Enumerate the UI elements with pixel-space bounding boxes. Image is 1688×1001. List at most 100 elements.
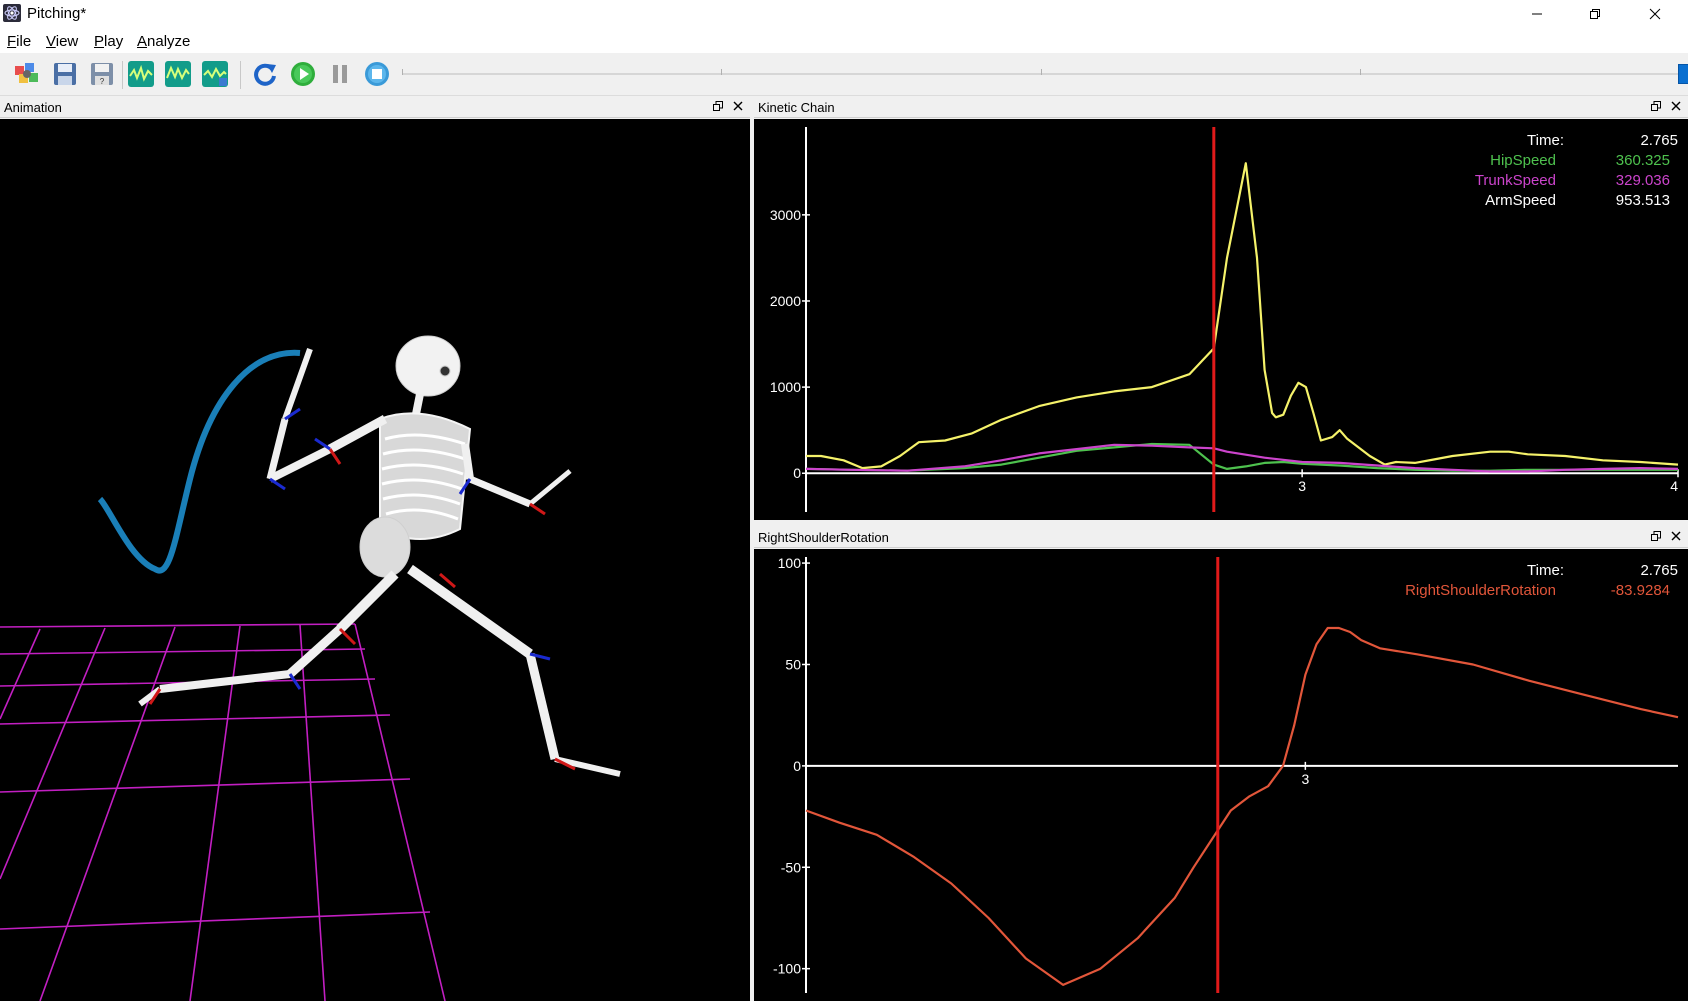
save-as-button[interactable]: ? <box>86 59 118 89</box>
menu-analyze[interactable]: Analyze <box>137 33 190 50</box>
float-panel-button[interactable] <box>712 99 724 113</box>
model-settings-button[interactable] <box>11 59 43 89</box>
window-title: Pitching* <box>27 5 87 22</box>
y-tick-label: 2000 <box>770 293 801 309</box>
timeline-thumb[interactable] <box>1678 64 1688 84</box>
animation-panel-header: Animation <box>0 96 750 118</box>
toolbar-separator <box>240 61 241 89</box>
waveform-2-button[interactable] <box>162 59 194 89</box>
waveform-2-icon <box>165 61 191 87</box>
y-tick-label: 3000 <box>770 207 801 223</box>
waveform-3-icon <box>202 61 228 87</box>
close-panel-button[interactable] <box>1670 99 1682 113</box>
x-tick-label: 4 <box>1670 478 1678 494</box>
close-icon <box>733 101 743 111</box>
y-tick-label: 0 <box>793 465 801 481</box>
title-bar: Pitching* <box>0 0 1688 28</box>
waveform-button[interactable] <box>125 59 157 89</box>
svg-text:?: ? <box>100 77 105 86</box>
waveform-3-button[interactable] <box>199 59 231 89</box>
y-tick-label: 50 <box>785 656 801 672</box>
stop-button[interactable] <box>361 59 393 89</box>
float-icon <box>1651 101 1661 111</box>
readout-time-label: Time: <box>1527 562 1564 579</box>
pause-icon <box>333 65 347 83</box>
reload-icon <box>254 63 276 86</box>
readout-label: RightShoulderRotation <box>1405 582 1556 599</box>
readout-value: 953.513 <box>1616 192 1670 209</box>
menu-view-label: iew <box>55 33 79 50</box>
animation-viewport[interactable] <box>0 119 750 1001</box>
skeleton-scene <box>0 335 621 1001</box>
menu-file-label: ile <box>16 33 32 50</box>
panel-title: RightShoulderRotation <box>758 530 889 545</box>
close-icon <box>1649 8 1661 20</box>
timeline-tick <box>1041 69 1042 75</box>
panel-title: Kinetic Chain <box>758 100 835 115</box>
model-settings-icon <box>15 63 38 83</box>
float-icon <box>713 101 723 111</box>
close-icon <box>1671 531 1681 541</box>
save-icon <box>54 63 76 85</box>
close-icon <box>1671 101 1681 111</box>
readout-value: 329.036 <box>1616 172 1670 189</box>
timeline-tick <box>402 69 403 75</box>
stop-icon <box>365 62 389 86</box>
y-tick-label: 100 <box>778 555 802 571</box>
y-tick-label: 1000 <box>770 379 801 395</box>
menu-bar: File View Play Analyze <box>0 28 1688 53</box>
timeline-tick <box>721 69 722 75</box>
waveform-icon <box>128 61 154 87</box>
readout-label: HipSpeed <box>1490 152 1556 169</box>
float-panel-button[interactable] <box>1650 99 1662 113</box>
hand-trajectory <box>97 349 301 574</box>
pause-button[interactable] <box>324 59 356 89</box>
menu-play-label: lay <box>104 33 124 50</box>
readout-time-value: 2.765 <box>1640 132 1678 149</box>
toolbar-separator <box>122 61 123 89</box>
float-icon <box>1651 531 1661 541</box>
readout-time-value: 2.765 <box>1640 562 1678 579</box>
x-tick-label: 3 <box>1301 771 1309 787</box>
save-button[interactable] <box>49 59 81 89</box>
menu-analyze-mnemonic: A <box>137 33 148 50</box>
close-panel-button[interactable] <box>1670 529 1682 543</box>
y-tick-label: -50 <box>781 859 801 875</box>
kinetic-chain-chart: 0 1000 2000 3000 3 4 Time: 2.765 HipSpeed 360.325… <box>770 127 1679 512</box>
menu-file[interactable]: File <box>7 33 31 50</box>
restore-button[interactable] <box>1566 0 1624 28</box>
readout-value: 360.325 <box>1616 152 1670 169</box>
shoulder-rotation-plot[interactable]: -100 -50 0 50 100 3 Time: 2.765 RightShoulderRot… <box>754 549 1688 1001</box>
series-line-HipSpeed <box>805 442 1678 472</box>
save-as-icon: ? <box>91 63 113 86</box>
kinetic-chain-panel-header: Kinetic Chain <box>754 96 1688 118</box>
x-tick-label: 3 <box>1298 478 1306 494</box>
readout-label: TrunkSpeed <box>1475 172 1556 189</box>
readout-time-label: Time: <box>1527 132 1564 149</box>
y-tick-label: 0 <box>793 758 801 774</box>
readout-label: ArmSpeed <box>1485 192 1556 209</box>
play-icon <box>291 62 315 86</box>
toolbar: ? <box>0 53 1688 96</box>
timeline-slider[interactable] <box>402 64 1688 84</box>
restore-icon <box>1590 9 1600 19</box>
panel-title: Animation <box>4 100 62 115</box>
float-panel-button[interactable] <box>1650 529 1662 543</box>
close-button[interactable] <box>1626 0 1684 28</box>
menu-analyze-label: nalyze <box>147 33 191 50</box>
series-line-RightShoulderRotation <box>805 626 1679 986</box>
menu-view-mnemonic: V <box>46 33 56 50</box>
close-panel-button[interactable] <box>732 99 744 113</box>
play-button[interactable] <box>287 59 319 89</box>
minimize-icon <box>1532 13 1542 15</box>
menu-play-mnemonic: P <box>94 33 105 50</box>
kinetic-chain-plot[interactable]: 0 1000 2000 3000 3 4 Time: 2.765 HipSpeed 360.325… <box>754 119 1688 520</box>
readout-value: -83.9284 <box>1611 582 1670 599</box>
reload-button[interactable] <box>249 59 281 89</box>
atom-icon <box>3 4 21 22</box>
menu-play[interactable]: Play <box>94 33 123 50</box>
minimize-button[interactable] <box>1508 0 1566 28</box>
menu-view[interactable]: View <box>46 33 78 50</box>
shoulder-rotation-chart: -100 -50 0 50 100 3 Time: 2.765 RightShoulderRot… <box>773 555 1679 993</box>
menu-file-mnemonic: F <box>7 33 17 50</box>
